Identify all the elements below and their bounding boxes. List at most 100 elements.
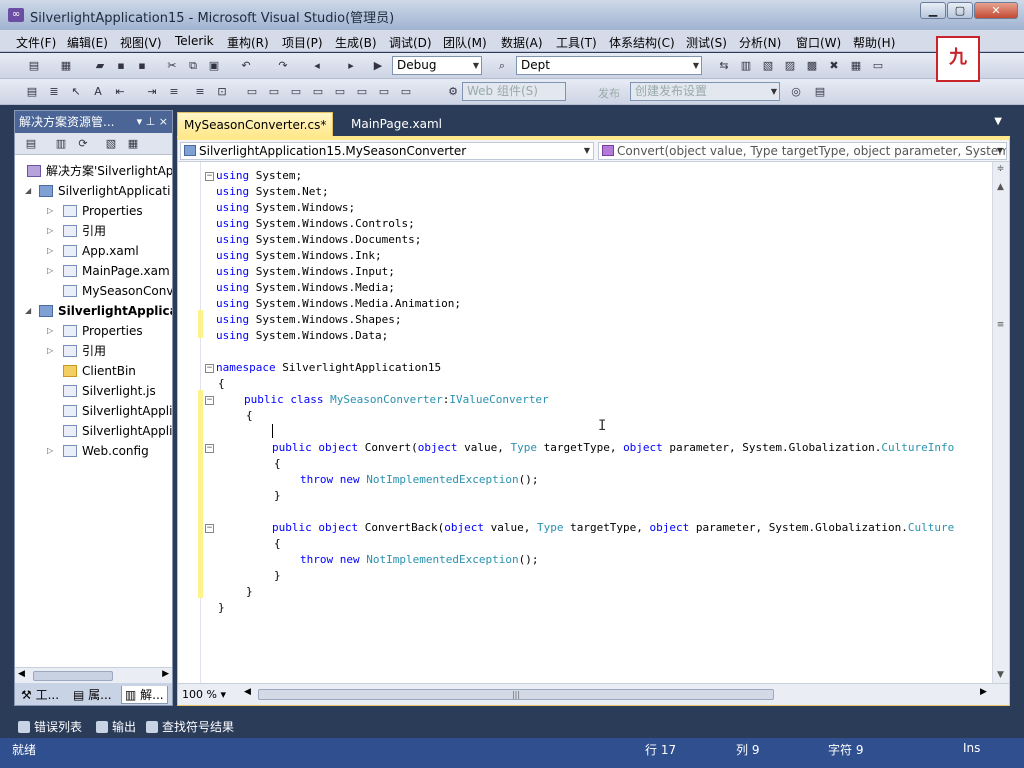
uncomment-icon[interactable]: ≡: [192, 84, 208, 100]
fold-toggle-icon[interactable]: −: [205, 444, 214, 453]
menu-view[interactable]: 视图(V): [120, 34, 162, 51]
undo-icon[interactable]: ↶: [238, 58, 254, 74]
fold-toggle-icon[interactable]: −: [205, 396, 214, 405]
display-object-icon[interactable]: ▤: [24, 84, 40, 100]
save-all-icon[interactable]: ▪: [134, 58, 150, 74]
toolbox-icon[interactable]: ▩: [804, 58, 820, 74]
next-folder-bookmark-icon[interactable]: ▭: [332, 84, 348, 100]
properties-icon[interactable]: ▤: [23, 136, 39, 152]
tab-error-list[interactable]: 错误列表: [18, 718, 82, 735]
tree-item-app-xaml[interactable]: ▷ App.xaml: [47, 241, 139, 261]
types-dropdown[interactable]: SilverlightApplication15.MySeasonConvert…: [180, 142, 594, 160]
prev-bookmark-icon[interactable]: ▭: [244, 84, 260, 100]
solution-explorer-icon[interactable]: ▥: [738, 58, 754, 74]
menu-refactor[interactable]: 重构(R): [227, 34, 269, 51]
navigate-back-icon[interactable]: ◂: [309, 58, 325, 74]
cut-icon[interactable]: ✂: [164, 58, 180, 74]
tab-solution-explorer[interactable]: ▥ 解...: [121, 686, 168, 704]
scroll-left-icon[interactable]: ◀: [244, 687, 251, 697]
command-window-icon[interactable]: ▦: [848, 58, 864, 74]
save-icon[interactable]: ▪: [113, 58, 129, 74]
code-area[interactable]: − − − − − using System; using System.Net…: [178, 162, 993, 684]
fold-toggle-icon[interactable]: −: [205, 524, 214, 533]
tab-find-symbol-results[interactable]: 查找符号结果: [146, 718, 234, 735]
add-item-icon[interactable]: ▦: [58, 58, 74, 74]
tree-item-project[interactable]: ◢ SilverlightApplicati: [25, 181, 170, 201]
open-file-icon[interactable]: ▰: [92, 58, 108, 74]
format-icon[interactable]: ▭: [398, 84, 414, 100]
tree-item-solution[interactable]: 解决方案'SilverlightAp: [27, 161, 172, 181]
step-icon[interactable]: ▭: [376, 84, 392, 100]
panel-window-buttons[interactable]: ▾ ⊥ ×: [137, 111, 168, 133]
view-designer-icon[interactable]: ▦: [125, 136, 141, 152]
extension-manager-icon[interactable]: ✖: [826, 58, 842, 74]
word-completion-icon[interactable]: A: [90, 84, 106, 100]
solution-hscrollbar[interactable]: ◀ ▶: [15, 667, 172, 683]
menu-edit[interactable]: 编辑(E): [67, 34, 108, 51]
tab-myseasonconverter[interactable]: MySeasonConverter.cs*: [177, 112, 334, 136]
redo-icon[interactable]: ↷: [275, 58, 291, 74]
web-component-combo[interactable]: Web 组件(S): [462, 82, 566, 101]
menu-tools[interactable]: 工具(T): [556, 34, 597, 51]
menu-team[interactable]: 团队(M): [443, 34, 487, 51]
scroll-up-icon[interactable]: ▲: [995, 182, 1006, 192]
object-browser-icon[interactable]: ▨: [782, 58, 798, 74]
tree-item-mainpage-xaml[interactable]: ▷ MainPage.xam: [47, 261, 170, 281]
collapse-arrow-icon[interactable]: ▷: [47, 261, 53, 281]
members-dropdown[interactable]: Convert(object value, Type targetType, o…: [598, 142, 1007, 160]
scroll-right-icon[interactable]: ▶: [162, 669, 169, 679]
navigate-forward-icon[interactable]: ▸: [343, 58, 359, 74]
fold-toggle-icon[interactable]: −: [205, 172, 214, 181]
expand-arrow-icon[interactable]: ◢: [25, 301, 31, 321]
tree-item-web-config[interactable]: ▷ Web.config: [47, 441, 149, 461]
menu-project[interactable]: 项目(P): [282, 34, 323, 51]
menu-build[interactable]: 生成(B): [335, 34, 377, 51]
menu-data[interactable]: 数据(A): [501, 34, 543, 51]
close-button[interactable]: ✕: [974, 2, 1018, 19]
menu-architecture[interactable]: 体系结构(C): [609, 34, 675, 51]
solution-config-combo[interactable]: Debug ▼: [392, 56, 482, 75]
tree-item-references[interactable]: ▷ 引用: [47, 221, 106, 241]
next-bookmark-icon[interactable]: ▭: [266, 84, 282, 100]
find-icon[interactable]: ⌕: [494, 58, 510, 74]
toggle-breakpoint-icon[interactable]: ▭: [354, 84, 370, 100]
maximize-button[interactable]: ▢: [947, 2, 973, 19]
tab-list-chevron-icon[interactable]: ▼: [994, 116, 1002, 127]
scroll-thumb-grip-icon[interactable]: ≡: [995, 320, 1006, 330]
start-debug-icon[interactable]: ▶: [370, 58, 386, 74]
collapse-arrow-icon[interactable]: ▷: [47, 341, 53, 361]
tab-mainpage-xaml[interactable]: MainPage.xaml: [345, 112, 448, 136]
tab-properties[interactable]: ▤ 属...: [73, 686, 112, 703]
menu-analyze[interactable]: 分析(N): [739, 34, 781, 51]
scroll-thumb[interactable]: [33, 671, 113, 681]
collapse-arrow-icon[interactable]: ▷: [47, 221, 53, 241]
tree-item-test-aspx[interactable]: SilverlightAppli: [63, 401, 172, 421]
menu-debug[interactable]: 调试(D): [389, 34, 432, 51]
scroll-left-icon[interactable]: ◀: [18, 669, 25, 679]
refresh-icon[interactable]: ⟳: [75, 136, 91, 152]
tree-item-properties[interactable]: ▷ Properties: [47, 201, 143, 221]
collapse-arrow-icon[interactable]: ▷: [47, 441, 53, 461]
tree-item-test-html[interactable]: SilverlightAppli: [63, 421, 172, 441]
tree-item-web-project[interactable]: ◢ SilverlightApplica: [25, 301, 172, 321]
menu-telerik[interactable]: Telerik: [175, 34, 214, 48]
copy-icon[interactable]: ⧉: [185, 58, 201, 74]
tree-item-clientbin[interactable]: ClientBin: [63, 361, 136, 381]
comment-icon[interactable]: ≡: [166, 84, 182, 100]
find-combo[interactable]: Dept ▼: [516, 56, 702, 75]
prev-folder-bookmark-icon[interactable]: ▭: [310, 84, 326, 100]
tree-item-silverlight-js[interactable]: Silverlight.js: [63, 381, 156, 401]
collapse-arrow-icon[interactable]: ▷: [47, 201, 53, 221]
menu-file[interactable]: 文件(F): [16, 34, 56, 51]
find-in-files-icon[interactable]: ⇆: [716, 58, 732, 74]
scroll-right-icon[interactable]: ▶: [980, 687, 987, 697]
menu-help[interactable]: 帮助(H): [853, 34, 895, 51]
publish-settings-icon[interactable]: ▤: [812, 84, 828, 100]
fold-toggle-icon[interactable]: −: [205, 364, 214, 373]
publish-web-icon[interactable]: ◎: [788, 84, 804, 100]
properties-window-icon[interactable]: ▧: [760, 58, 776, 74]
decrease-indent-icon[interactable]: ⇤: [112, 84, 128, 100]
editor-hscroll-thumb[interactable]: |||: [258, 689, 774, 700]
minimize-button[interactable]: ▁: [920, 2, 946, 19]
bookmark-icon[interactable]: ⊡: [214, 84, 230, 100]
